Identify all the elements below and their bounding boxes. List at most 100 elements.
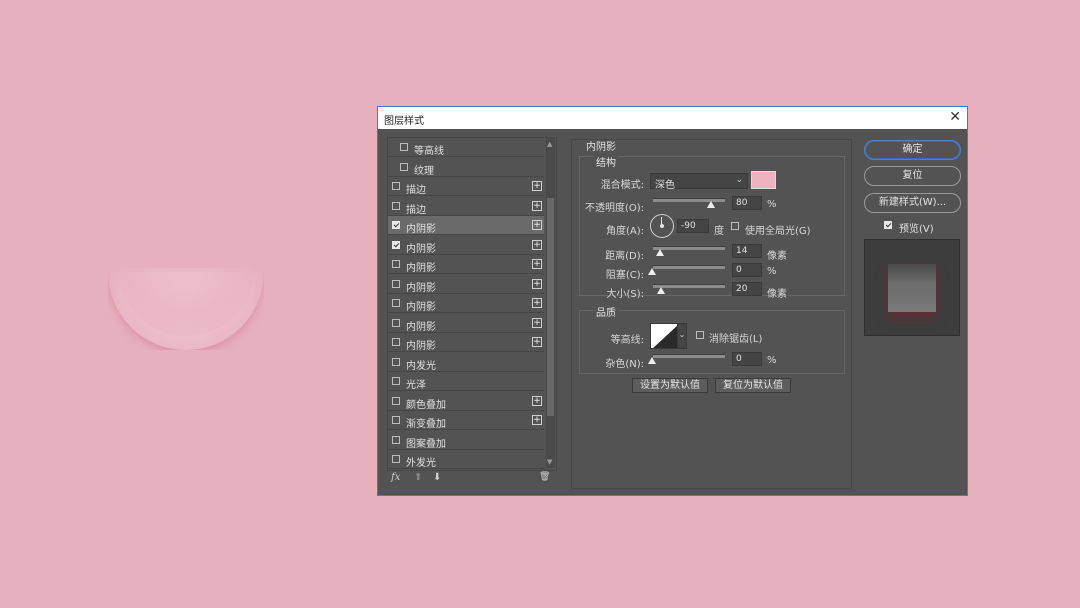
style-item[interactable]: 内阴影 + — [388, 275, 544, 294]
style-item[interactable]: 纹理 — [388, 158, 544, 177]
style-item-checkbox[interactable] — [392, 435, 400, 444]
scroll-up-icon[interactable]: ▲ — [547, 140, 552, 148]
style-item-label: 图案叠加 — [406, 438, 446, 450]
add-effect-plus-icon[interactable]: + — [532, 278, 542, 289]
preview-label: 预览(V) — [899, 224, 934, 235]
add-effect-plus-icon[interactable]: + — [532, 200, 542, 211]
add-effect-plus-icon[interactable]: + — [532, 395, 542, 406]
reset-button[interactable]: 复位 — [864, 166, 961, 186]
opacity-input[interactable]: 80 — [732, 196, 762, 210]
move-up-icon[interactable]: ⬆ — [414, 472, 422, 483]
style-item[interactable]: 内阴影 + — [388, 294, 544, 313]
angle-dial-icon[interactable] — [650, 214, 674, 238]
canvas-semicircle-highlight — [118, 268, 254, 336]
style-item[interactable]: 光泽 — [388, 372, 544, 391]
anti-alias-checkbox[interactable] — [696, 331, 704, 339]
style-item-checkbox[interactable] — [392, 260, 400, 268]
reset-default-button[interactable]: 复位为默认值 — [715, 378, 791, 393]
style-item-checkbox[interactable] — [392, 201, 400, 210]
style-item-checkbox[interactable] — [392, 357, 400, 366]
structure-group: 结构 混合模式: 深色 ⌄ 不透明度(O): 80 % 角度(A): -90 度… — [579, 154, 845, 300]
chevron-down-icon: ⌄ — [735, 175, 743, 185]
style-item[interactable]: 图案叠加 — [388, 431, 544, 450]
angle-input[interactable]: -90 — [677, 219, 709, 233]
global-light-label: 使用全局光(G) — [745, 226, 811, 237]
style-item-checkbox[interactable] — [392, 182, 400, 190]
opacity-slider-thumb[interactable] — [706, 201, 715, 208]
new-style-button[interactable]: 新建样式(W)... — [864, 193, 961, 213]
add-effect-plus-icon[interactable]: + — [532, 298, 542, 308]
style-item[interactable]: 内阴影 + — [388, 314, 544, 333]
choke-slider-thumb[interactable] — [648, 268, 656, 275]
style-item-checkbox[interactable] — [392, 279, 400, 288]
fx-icon[interactable]: fx — [391, 472, 400, 483]
distance-input[interactable]: 14 — [732, 244, 762, 258]
add-effect-plus-icon[interactable]: + — [532, 337, 542, 347]
style-item-checkbox[interactable] — [392, 396, 400, 405]
style-item[interactable]: 描边 + — [388, 197, 544, 216]
style-item-checkbox[interactable] — [392, 240, 400, 249]
style-item[interactable]: 内阴影 + — [388, 333, 544, 352]
layer-style-dialog: 图层样式 ✕ 等高线 纹理 描边 + 描边 + 内阴影 + 内阴影 + 内阴影 + 内阴影 + 内阴影 + 内阴… — [377, 106, 968, 496]
style-item-checkbox[interactable] — [400, 162, 408, 171]
close-icon[interactable]: ✕ — [949, 109, 961, 125]
style-list-scrollbar[interactable]: ▲ ▼ — [546, 138, 555, 468]
noise-slider-track[interactable] — [653, 354, 725, 358]
style-list: 等高线 纹理 描边 + 描边 + 内阴影 + 内阴影 + 内阴影 + 内阴影 + 内阴影 + 内阴影 + 内阴影 + 内… — [387, 137, 557, 471]
blend-mode-select[interactable]: 深色 ⌄ — [650, 173, 748, 191]
style-item[interactable]: 内阴影 + — [388, 236, 544, 255]
choke-input[interactable]: 0 — [732, 263, 762, 277]
style-item[interactable]: 内阴影 + — [388, 216, 544, 235]
distance-unit: 像素 — [767, 251, 787, 262]
style-item-checkbox[interactable] — [392, 416, 400, 424]
contour-label: 等高线: — [610, 335, 644, 346]
style-item-label: 内阴影 — [406, 341, 436, 352]
add-effect-plus-icon[interactable]: + — [532, 181, 542, 191]
add-effect-plus-icon[interactable]: + — [532, 415, 542, 425]
style-item-label: 内阴影 — [406, 224, 436, 235]
anti-alias-label: 消除锯齿(L) — [709, 334, 763, 345]
style-item[interactable]: 内阴影 + — [388, 255, 544, 274]
opacity-unit: % — [767, 199, 777, 210]
style-item-checkbox[interactable] — [392, 299, 400, 307]
style-item[interactable]: 等高线 — [388, 138, 544, 157]
style-item-checkbox[interactable] — [392, 221, 400, 229]
preview-checkbox[interactable] — [884, 221, 892, 229]
style-item-checkbox[interactable] — [392, 377, 400, 385]
size-slider-thumb[interactable] — [657, 287, 665, 294]
distance-slider-thumb[interactable] — [656, 249, 664, 256]
style-item-checkbox[interactable] — [392, 318, 400, 327]
ok-button[interactable]: 确定 — [864, 140, 961, 160]
inner-shadow-panel: 内阴影 结构 混合模式: 深色 ⌄ 不透明度(O): 80 % 角度(A): -… — [571, 139, 852, 489]
style-item[interactable]: 渐变叠加 + — [388, 411, 544, 430]
dialog-titlebar[interactable]: 图层样式 ✕ — [378, 107, 967, 129]
contour-preview[interactable] — [650, 323, 678, 349]
add-effect-plus-icon[interactable]: + — [532, 317, 542, 328]
style-item-label: 内阴影 — [406, 243, 436, 255]
scroll-down-icon[interactable]: ▼ — [547, 458, 552, 466]
shadow-color-swatch[interactable] — [751, 171, 776, 189]
global-light-checkbox[interactable] — [731, 222, 739, 230]
style-item[interactable]: 外发光 — [388, 450, 544, 469]
move-down-icon[interactable]: ⬇ — [433, 472, 441, 483]
style-item-checkbox[interactable] — [392, 455, 400, 463]
choke-slider-track[interactable] — [653, 265, 725, 269]
trash-icon[interactable]: 🗑 — [539, 472, 550, 482]
noise-slider-thumb[interactable] — [648, 357, 656, 364]
size-input[interactable]: 20 — [732, 282, 762, 296]
noise-input[interactable]: 0 — [732, 352, 762, 366]
style-item[interactable]: 颜色叠加 + — [388, 392, 544, 411]
style-item-label: 外发光 — [406, 458, 436, 469]
add-effect-plus-icon[interactable]: + — [532, 220, 542, 230]
contour-dropdown[interactable]: ⌄ — [677, 323, 687, 349]
set-default-button[interactable]: 设置为默认值 — [632, 378, 708, 393]
scroll-thumb[interactable] — [547, 198, 554, 416]
dialog-title: 图层样式 — [384, 116, 424, 127]
style-item-checkbox[interactable] — [392, 338, 400, 346]
quality-heading: 品质 — [594, 304, 618, 319]
add-effect-plus-icon[interactable]: + — [532, 239, 542, 250]
style-item[interactable]: 描边 + — [388, 177, 544, 196]
style-item-checkbox[interactable] — [400, 143, 408, 151]
style-item[interactable]: 内发光 — [388, 353, 544, 372]
add-effect-plus-icon[interactable]: + — [532, 259, 542, 269]
